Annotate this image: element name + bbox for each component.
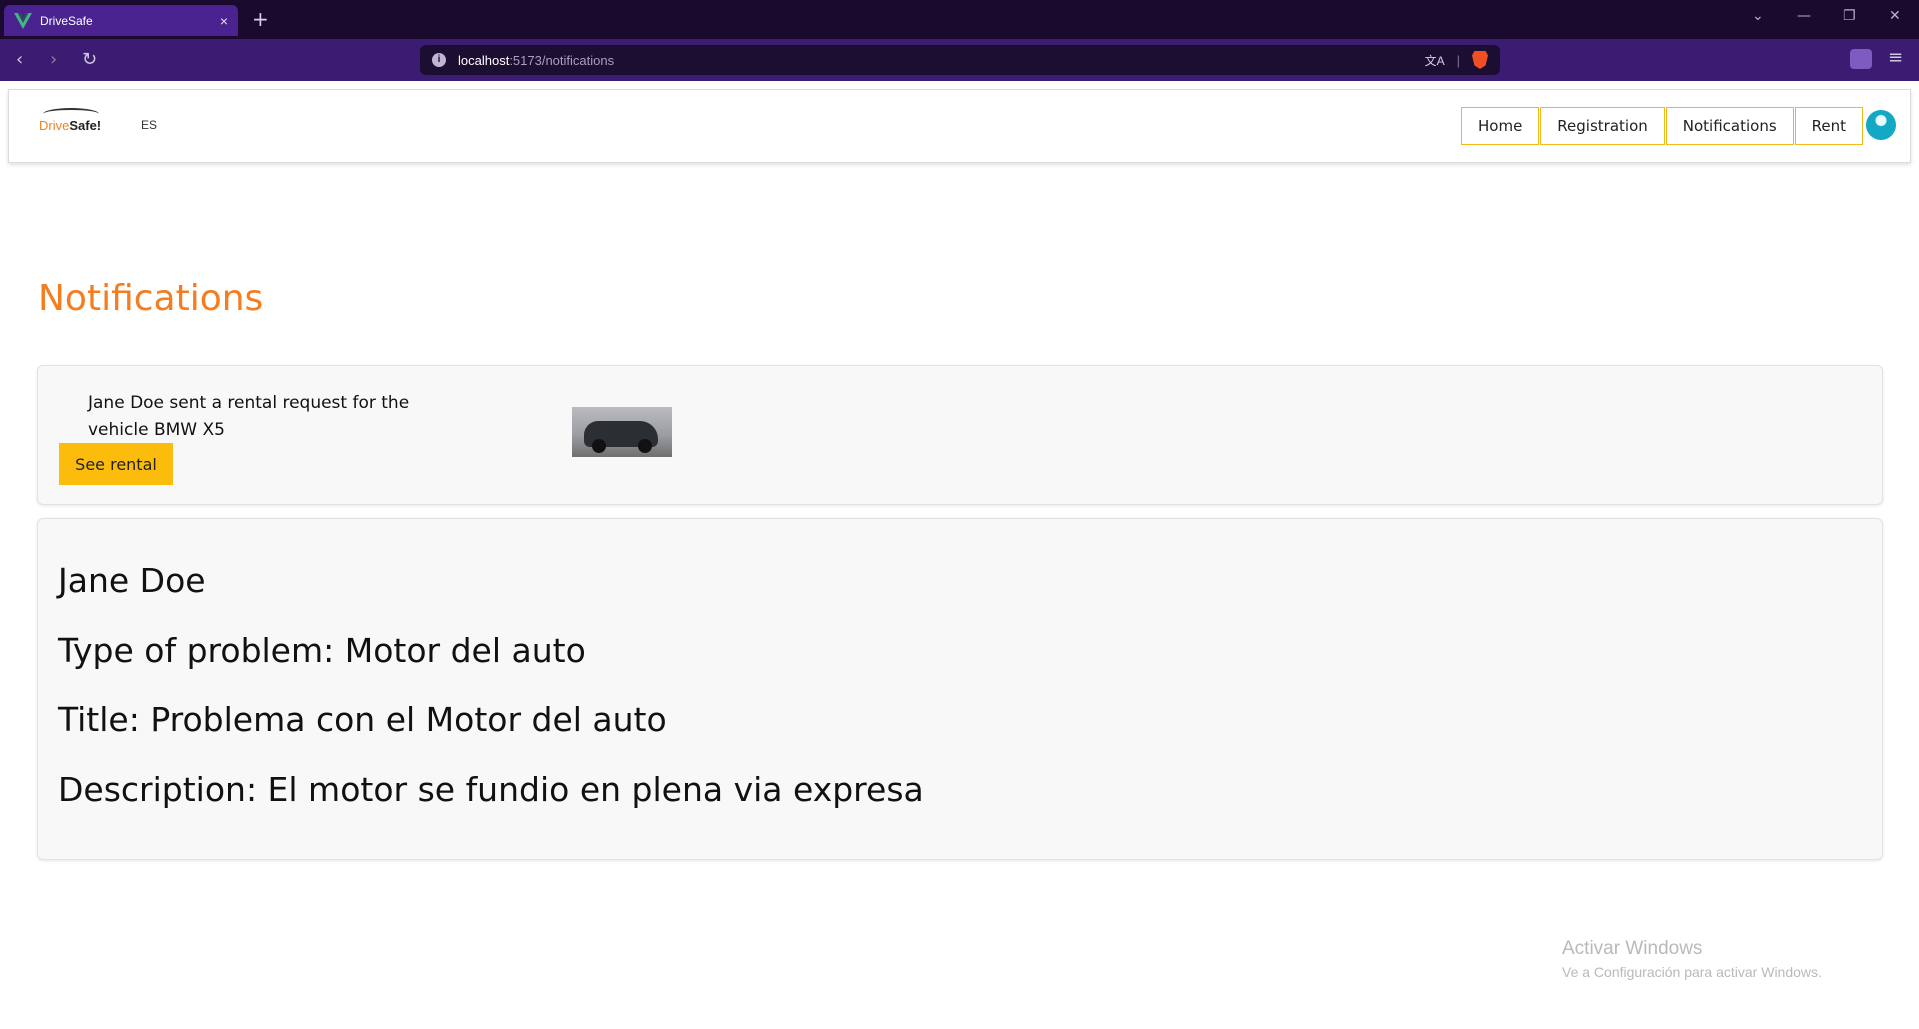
tab-search-icon[interactable]: ⌄ [1752,8,1764,24]
car-outline-icon [43,108,99,120]
logo-text-safe: Safe! [69,118,102,133]
windows-activation-watermark: Activar Windows Ve a Configuración para … [1562,938,1822,980]
user-avatar[interactable] [1866,110,1896,140]
reporter-name: Jane Doe [58,561,206,600]
browser-tab-bar: DriveSafe × + ⌄ — ❐ ✕ [0,0,1919,39]
site-info-icon[interactable]: i [432,53,446,67]
reload-icon[interactable]: ↻ [82,49,97,70]
problem-report-card: Jane Doe Type of problem: Motor del auto… [37,518,1883,860]
rental-notification-message: Jane Doe sent a rental request for the v… [88,393,410,440]
url-input[interactable]: i localhost :5173/notifications 文A | [420,45,1500,75]
close-window-icon[interactable]: ✕ [1889,8,1901,24]
vue-logo-icon [14,12,32,29]
tab-title: DriveSafe [40,13,93,28]
minimize-icon[interactable]: — [1797,8,1811,24]
watermark-subtitle: Ve a Configuración para activar Windows. [1562,964,1822,980]
browser-address-bar: ‹ › ↻ i localhost :5173/notifications 文A… [0,39,1919,81]
drivesafe-logo[interactable]: DriveSafe! [39,108,102,133]
problem-title: Title: Problema con el Motor del auto [58,700,667,739]
url-host: localhost [458,52,510,68]
nav-notifications[interactable]: Notifications [1665,107,1794,145]
url-path: :5173/notifications [509,52,615,68]
close-tab-icon[interactable]: × [220,13,228,29]
page-title: Notifications [38,278,264,319]
car-wheel [592,439,606,453]
watermark-title: Activar Windows [1562,938,1703,959]
nav-rent[interactable]: Rent [1794,107,1864,145]
problem-type: Type of problem: Motor del auto [58,631,586,670]
browser-tab[interactable]: DriveSafe × [4,5,238,36]
problem-description: Description: El motor se fundio en plena… [58,770,924,809]
see-rental-button[interactable]: See rental [59,443,173,485]
forward-icon[interactable]: › [50,49,57,70]
brave-shield-icon[interactable] [1472,51,1488,69]
logo-text-drive: Drive [39,118,70,133]
nav-registration[interactable]: Registration [1540,107,1665,145]
app-header: DriveSafe! ES Home Registration Notifica… [8,89,1911,163]
translate-icon[interactable]: 文A [1425,52,1445,69]
divider: | [1456,52,1460,68]
menu-icon[interactable]: ≡ [1888,47,1903,68]
car-thumbnail-icon [572,407,672,457]
main-nav: Home Registration Notifications Rent [1461,107,1864,145]
rental-notification-card: Jane Doe sent a rental request for the v… [37,365,1883,505]
back-icon[interactable]: ‹ [16,49,23,70]
profile-icon[interactable] [1850,49,1872,69]
new-tab-icon[interactable]: + [252,7,269,31]
language-toggle[interactable]: ES [141,118,157,132]
nav-home[interactable]: Home [1461,107,1540,145]
car-wheel [638,439,652,453]
restore-icon[interactable]: ❐ [1843,8,1856,24]
